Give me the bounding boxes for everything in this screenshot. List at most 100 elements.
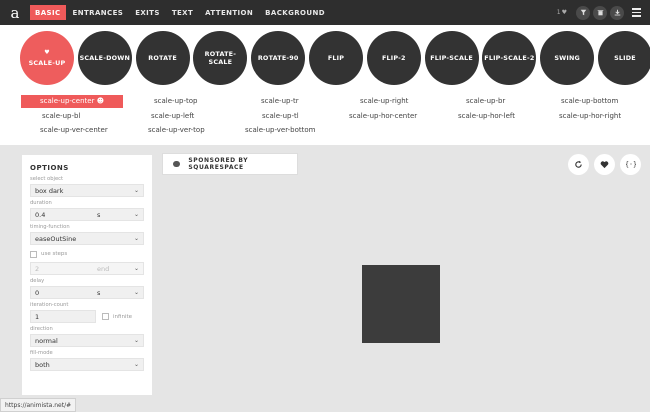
variant-row: scale-up-bl scale-up-left scale-up-tl sc… bbox=[0, 110, 650, 125]
variant-list: scale-up-center ☻ scale-up-top scale-up-… bbox=[0, 95, 650, 139]
hamburger-menu-icon[interactable] bbox=[632, 6, 646, 20]
infinite-label: infinite bbox=[113, 313, 133, 320]
group-flip-2[interactable]: FLIP-2 bbox=[366, 31, 421, 85]
chevron-down-icon: ⌄ bbox=[133, 235, 139, 242]
variant-row: scale-up-center ☻ scale-up-top scale-up-… bbox=[0, 95, 650, 110]
steps-unit: end bbox=[97, 264, 110, 273]
heart-icon[interactable] bbox=[594, 154, 615, 175]
code-icon[interactable]: {·} bbox=[620, 154, 641, 175]
nav-text[interactable]: TEXT bbox=[167, 5, 198, 20]
nav-background[interactable]: BACKGROUND bbox=[260, 5, 330, 20]
duration-label: duration bbox=[30, 200, 52, 206]
steps-input[interactable]: 2 end ⌄ bbox=[30, 262, 144, 275]
variant-scale-up-hor-left[interactable]: scale-up-hor-left bbox=[458, 110, 515, 123]
iteration-count-label: iteration-count bbox=[30, 302, 69, 308]
refresh-icon[interactable] bbox=[568, 154, 589, 175]
variant-scale-up-tl[interactable]: scale-up-tl bbox=[262, 110, 299, 123]
variant-scale-up-ver-top[interactable]: scale-up-ver-top bbox=[148, 124, 205, 137]
group-flip-scale-2[interactable]: FLIP-SCALE-2 bbox=[482, 31, 537, 85]
group-flip-scale[interactable]: FLIP-SCALE bbox=[424, 31, 479, 85]
options-title: OPTIONS bbox=[30, 164, 69, 172]
top-navbar: a BASIC ENTRANCES EXITS TEXT ATTENTION B… bbox=[0, 0, 650, 25]
chevron-down-icon: ⌄ bbox=[133, 289, 139, 296]
heart-icon: ☻ bbox=[96, 97, 105, 105]
heart-icon: ♥ bbox=[561, 9, 567, 16]
group-slide[interactable]: SLIDE bbox=[597, 31, 650, 85]
filter-icon[interactable] bbox=[576, 5, 590, 20]
variant-scale-up-ver-center[interactable]: scale-up-ver-center bbox=[40, 124, 108, 137]
group-flip[interactable]: FLIP bbox=[308, 31, 363, 85]
variant-scale-up-left[interactable]: scale-up-left bbox=[151, 110, 194, 123]
favorites-count-number: 1 bbox=[556, 9, 561, 16]
infinite-checkbox[interactable] bbox=[102, 313, 109, 320]
use-steps-checkbox[interactable] bbox=[30, 250, 37, 258]
variant-scale-up-bl[interactable]: scale-up-bl bbox=[42, 110, 80, 123]
nav-basic[interactable]: BASIC bbox=[30, 5, 66, 20]
variant-scale-up-hor-center[interactable]: scale-up-hor-center bbox=[349, 110, 417, 123]
iteration-row: 1 infinite bbox=[30, 310, 144, 323]
use-steps-label: use steps bbox=[41, 251, 68, 257]
direction-dropdown[interactable]: normal ⌄ bbox=[30, 334, 144, 347]
iteration-count-input[interactable]: 1 bbox=[30, 310, 96, 323]
options-panel: OPTIONS select object box dark ⌄ duratio… bbox=[22, 155, 152, 395]
delay-input[interactable]: 0 s ⌄ bbox=[30, 286, 144, 299]
select-object-dropdown[interactable]: box dark ⌄ bbox=[30, 184, 144, 197]
select-object-value: box dark bbox=[35, 186, 64, 195]
group-rotate[interactable]: ROTATE bbox=[135, 31, 190, 85]
variant-scale-up-hor-right[interactable]: scale-up-hor-right bbox=[559, 110, 621, 123]
direction-value: normal bbox=[35, 336, 58, 345]
demo-box-dark bbox=[362, 265, 440, 343]
group-label: FLIP bbox=[327, 54, 345, 62]
chevron-down-icon: ⌄ bbox=[133, 211, 139, 218]
group-label: SCALE-UP bbox=[28, 59, 66, 67]
timing-function-dropdown[interactable]: easeOutSine ⌄ bbox=[30, 232, 144, 245]
status-url: https://animista.net/# bbox=[0, 398, 77, 412]
nav-attention[interactable]: ATTENTION bbox=[200, 5, 258, 20]
use-steps-row: use steps bbox=[30, 248, 144, 260]
group-label: SCALE-DOWN bbox=[79, 54, 131, 62]
heart-icon: ♥ bbox=[44, 49, 50, 56]
iteration-count-value: 1 bbox=[35, 312, 40, 321]
steps-value: 2 bbox=[35, 264, 40, 273]
variant-scale-up-top[interactable]: scale-up-top bbox=[154, 95, 197, 108]
group-label: FLIP-SCALE-2 bbox=[484, 54, 535, 62]
animista-logo[interactable]: a bbox=[0, 0, 30, 25]
group-label: FLIP-2 bbox=[381, 54, 406, 62]
duration-input[interactable]: 0.4 s ⌄ bbox=[30, 208, 144, 221]
chevron-down-icon: ⌄ bbox=[133, 337, 139, 344]
favorites-count[interactable]: 1 ♥ bbox=[557, 9, 567, 16]
group-label: SLIDE bbox=[614, 54, 636, 62]
group-swing[interactable]: SWING bbox=[540, 31, 595, 85]
animation-picker: ♥ SCALE-UP SCALE-DOWN ROTATE ROTATE-SCAL… bbox=[0, 25, 650, 145]
group-rotate-90[interactable]: ROTATE-90 bbox=[251, 31, 306, 85]
group-rotate-scale[interactable]: ROTATE-SCALE bbox=[193, 31, 248, 85]
group-label: SWING bbox=[554, 54, 580, 62]
svg-text:{·}: {·} bbox=[626, 161, 636, 169]
variant-scale-up-right[interactable]: scale-up-right bbox=[360, 95, 408, 108]
variant-scale-up-center[interactable]: scale-up-center ☻ bbox=[21, 95, 123, 108]
top-right-tools: 1 ♥ bbox=[557, 0, 646, 25]
group-label: FLIP-SCALE bbox=[430, 54, 473, 62]
variant-scale-up-tr[interactable]: scale-up-tr bbox=[261, 95, 299, 108]
direction-label: direction bbox=[30, 326, 53, 332]
nav-exits[interactable]: EXITS bbox=[130, 5, 165, 20]
delay-unit: s bbox=[97, 288, 101, 297]
chevron-down-icon: ⌄ bbox=[133, 265, 139, 272]
duration-value: 0.4 bbox=[35, 210, 46, 219]
trash-icon[interactable] bbox=[593, 5, 607, 20]
group-scale-up[interactable]: ♥ SCALE-UP bbox=[20, 31, 74, 85]
variant-scale-up-ver-bottom[interactable]: scale-up-ver-bottom bbox=[245, 124, 316, 137]
fill-mode-dropdown[interactable]: both ⌄ bbox=[30, 358, 144, 371]
group-label: ROTATE-SCALE bbox=[204, 50, 237, 66]
sponsor-label: SPONSORED BY SQUARESPACE bbox=[188, 157, 249, 171]
sponsor-button[interactable]: SPONSORED BY SQUARESPACE bbox=[162, 153, 298, 175]
timing-function-label: timing-function bbox=[30, 224, 70, 230]
variant-scale-up-br[interactable]: scale-up-br bbox=[466, 95, 505, 108]
chevron-down-icon: ⌄ bbox=[133, 187, 139, 194]
delay-label: delay bbox=[30, 278, 45, 284]
variant-scale-up-bottom[interactable]: scale-up-bottom bbox=[561, 95, 618, 108]
variant-row: scale-up-ver-center scale-up-ver-top sca… bbox=[0, 124, 650, 139]
group-scale-down[interactable]: SCALE-DOWN bbox=[77, 31, 132, 85]
download-icon[interactable] bbox=[610, 5, 624, 20]
nav-entrances[interactable]: ENTRANCES bbox=[68, 5, 129, 20]
